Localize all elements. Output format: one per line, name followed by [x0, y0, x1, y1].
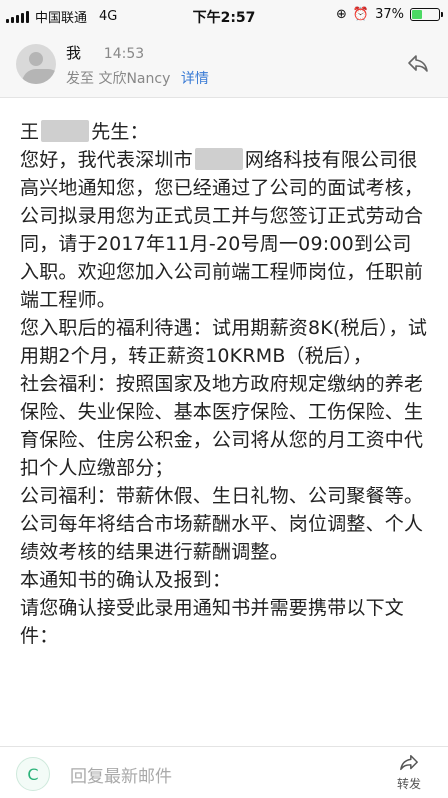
confirm-paragraph: 请您确认接受此录用通知书并需要携带以下文件：: [20, 597, 405, 647]
mail-body: 王先生： 您好，我代表深圳市 网络科技有限公司很高兴地通知您，您已经通过了公司的面…: [0, 98, 448, 746]
reply-input[interactable]: 回复最新邮件: [70, 762, 172, 787]
status-bar: 中国联通 4G 下午2:57 ⊕ ⏰ 37%: [0, 0, 448, 30]
avatar[interactable]: [16, 44, 56, 84]
redacted-block: [41, 120, 90, 142]
recipient-name: 文欣Nancy: [98, 71, 171, 87]
social-welfare-paragraph: 社会福利：按照国家及地方政府规定缴纳的养老保险、失业保险、基本医疗保险、工伤保险…: [20, 373, 424, 479]
greeting: 王先生：: [20, 120, 149, 143]
forward-icon: [400, 755, 418, 771]
benefits-paragraph: 您入职后的福利待遇：试用期薪资8K(税后），试用期2个月，转正薪资10KRMB（…: [20, 317, 428, 367]
forward-button[interactable]: 转发: [388, 753, 430, 792]
salary-review-paragraph: 公司每年将结合市场薪酬水平、岗位调整、个人绩效考核的结果进行薪酬调整。: [20, 513, 424, 563]
contact-badge[interactable]: C: [16, 757, 50, 791]
reply-icon[interactable]: [406, 52, 430, 76]
sender-name: 我: [66, 44, 82, 62]
mail-header: 我 14:53 发至 文欣Nancy 详情: [0, 30, 448, 98]
rotation-lock-icon: ⊕: [336, 7, 347, 22]
mail-time: 14:53: [103, 46, 145, 62]
alarm-icon: ⏰: [352, 7, 370, 22]
redacted-block: [194, 148, 243, 170]
intro-paragraph: 您好，我代表深圳市 网络科技有限公司很高兴地通知您，您已经通过了公司的面试考核，公…: [20, 148, 424, 311]
to-prefix: 发至: [66, 71, 94, 87]
bottom-bar: C 回复最新邮件 转发: [0, 746, 448, 798]
details-link[interactable]: 详情: [181, 71, 209, 87]
confirm-title: 本通知书的确认及报到：: [20, 569, 232, 591]
forward-label: 转发: [396, 777, 421, 791]
battery-icon: [410, 8, 443, 21]
company-welfare-paragraph: 公司福利：带薪休假、生日礼物、公司聚餐等。: [20, 485, 424, 507]
battery-percent: 37%: [375, 7, 404, 22]
